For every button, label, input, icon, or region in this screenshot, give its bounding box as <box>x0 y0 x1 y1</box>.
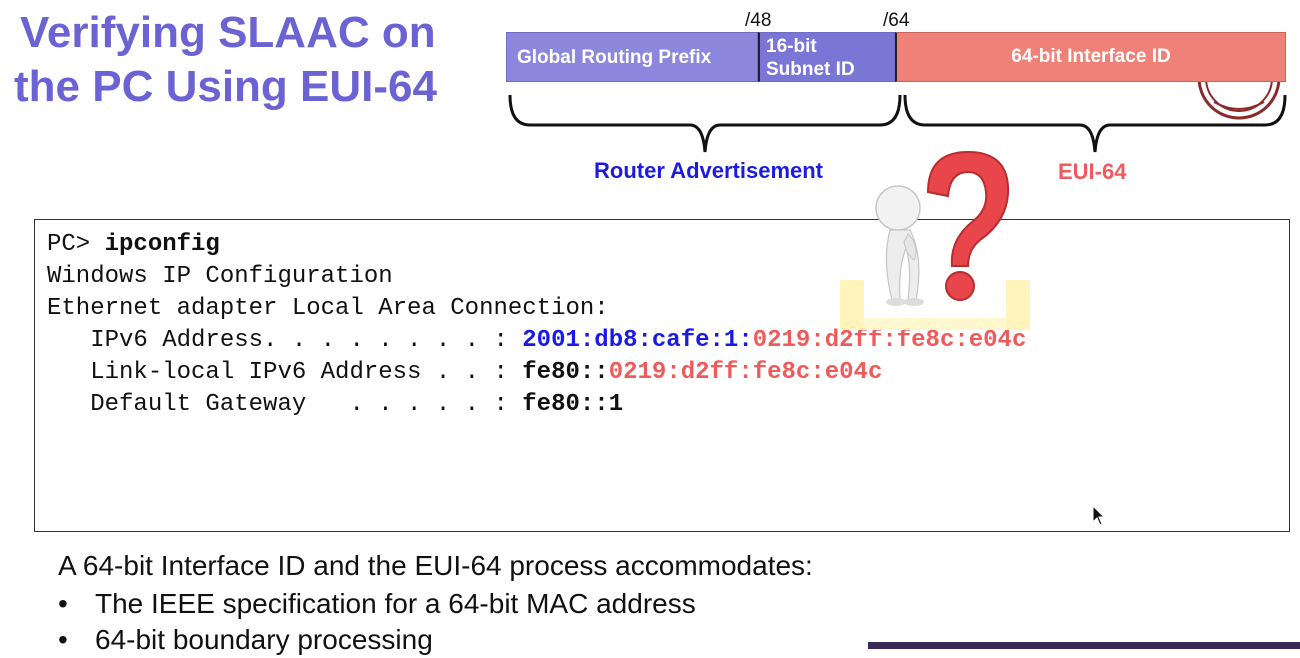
title-line-2: the PC Using EUI-64 <box>14 62 437 111</box>
interface-id-segment: 64-bit Interface ID <box>895 32 1286 82</box>
prompt: PC> <box>47 231 105 258</box>
command: ipconfig <box>104 231 220 258</box>
global-routing-prefix-segment: Global Routing Prefix <box>506 32 758 82</box>
adapter-heading: Ethernet adapter Local Area Connection: <box>47 295 609 322</box>
notes-intro: A 64-bit Interface ID and the EUI-64 pro… <box>58 550 813 581</box>
link-local-interface-id-value: 0219:d2ff:fe8c:e04c <box>608 359 883 386</box>
mouse-cursor-icon <box>1092 505 1106 526</box>
eui-64-brace <box>903 94 1287 153</box>
list-item-text: The IEEE specification for a 64-bit MAC … <box>95 588 696 619</box>
global-routing-prefix-label: Global Routing Prefix <box>517 47 712 68</box>
config-heading: Windows IP Configuration <box>47 263 393 290</box>
subnet-id-label: 16-bit Subnet ID <box>766 35 855 81</box>
ipv6-prefix-value: 2001:db8:cafe:1: <box>522 327 753 354</box>
bullet: • <box>58 588 68 619</box>
bullet: • <box>58 624 68 655</box>
link-local-row: Link-local IPv6 Address . . : fe80::0219… <box>47 357 882 389</box>
subnet-id-label-line-2: Subnet ID <box>766 59 855 80</box>
subnet-id-segment: 16-bit Subnet ID <box>758 32 895 82</box>
default-gateway-row: Default Gateway . . . . . : fe80::1 <box>47 389 623 421</box>
slide-title: Verifying SLAAC on the PC Using EUI-64 <box>14 6 484 114</box>
default-gateway-value: fe80::1 <box>522 391 624 418</box>
figure-body <box>875 185 924 306</box>
subnet-id-label-line-1: 16-bit <box>766 36 817 57</box>
link-local-prefix-value: fe80:: <box>522 359 609 386</box>
thinking-figure-icon <box>840 150 1030 330</box>
eui-64-label: EUI-64 <box>1058 159 1127 184</box>
prefix-64-mark: /64 <box>883 10 910 31</box>
default-gateway-label: Default Gateway . . . . . : <box>47 391 523 418</box>
question-mark-icon <box>926 150 1010 301</box>
router-advertisement-label: Router Advertisement <box>594 158 824 183</box>
interface-id-label: 64-bit Interface ID <box>1011 46 1171 67</box>
prompt-line: PC> ipconfig <box>47 229 220 261</box>
command-output-box: PC> ipconfig Windows IP Configuration Et… <box>34 219 1290 532</box>
prefix-48-mark: /48 <box>745 10 772 31</box>
link-local-label: Link-local IPv6 Address . . : <box>47 359 523 386</box>
title-line-1: Verifying SLAAC on <box>20 8 436 57</box>
list-item-text: 64-bit boundary processing <box>95 624 433 655</box>
ipv6-address-label: IPv6 Address. . . . . . . . : <box>47 327 523 354</box>
corner-image <box>868 642 1300 649</box>
router-advertisement-brace <box>508 94 902 153</box>
